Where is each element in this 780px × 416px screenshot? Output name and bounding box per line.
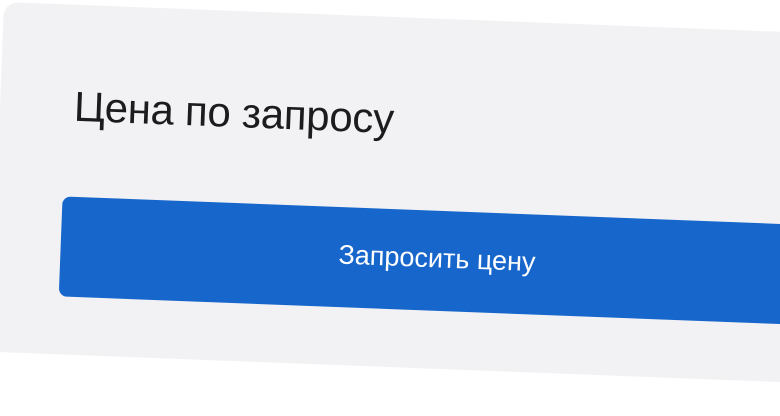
- price-title: Цена по запросу: [73, 82, 395, 143]
- page: Цена по запросу Запросить цену: [0, 0, 780, 416]
- price-card: Цена по запросу Запросить цену: [0, 2, 780, 387]
- request-price-button[interactable]: Запросить цену: [58, 196, 780, 329]
- request-price-button-label: Запросить цену: [337, 239, 537, 278]
